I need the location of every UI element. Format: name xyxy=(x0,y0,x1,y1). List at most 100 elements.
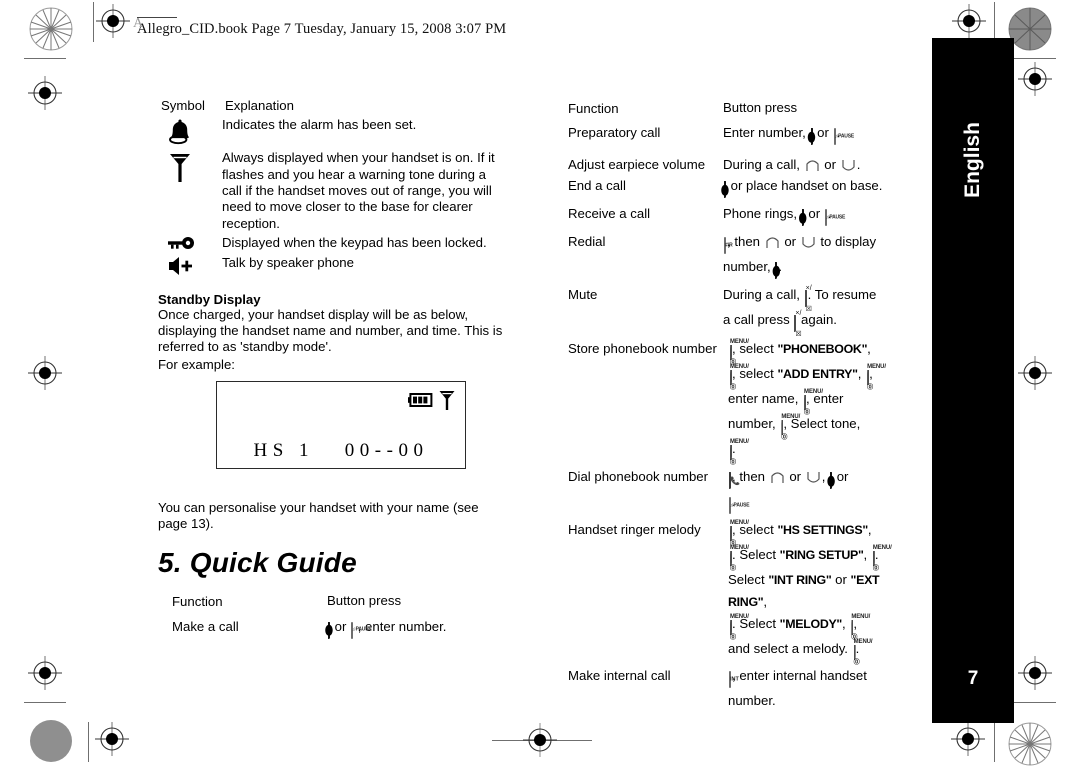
personalise-note: You can personalise your handset with yo… xyxy=(158,500,479,532)
corner-letter-a: A xyxy=(133,16,144,31)
row-function-label: Adjust earpiece volume xyxy=(568,157,706,172)
crop-line xyxy=(1014,58,1056,59)
talk-key-icon[interactable]: ⬮ xyxy=(827,470,835,491)
section-heading: 5. Quick Guide xyxy=(158,546,357,578)
menu-word: "MELODY" xyxy=(779,617,843,631)
row-function-label: Mute xyxy=(568,287,598,302)
resolution-starburst-target-bottom-right xyxy=(1008,722,1052,766)
explanation-column-header: Explanation xyxy=(225,98,294,113)
registration-mark xyxy=(28,656,62,690)
talk-key-icon[interactable]: ⬮ xyxy=(721,179,729,200)
up-arrow-key-icon[interactable] xyxy=(805,158,820,173)
row-function-label: Make internal call xyxy=(568,668,671,683)
right-column: Function Button press Preparatory call E… xyxy=(568,98,918,711)
row-function-label: Make a call xyxy=(172,618,239,634)
speakerphone-icon xyxy=(158,255,222,277)
quick-guide-table-left: Function Button press Make a call ⬮ or ♫… xyxy=(158,591,522,641)
row-function-label: Dial phonebook number xyxy=(568,469,709,484)
registration-mark xyxy=(951,722,985,756)
crop-line xyxy=(994,2,995,42)
internal-key-icon[interactable]: INT xyxy=(728,669,739,690)
hash-recall-key-icon[interactable]: #/R xyxy=(723,235,733,256)
down-arrow-key-icon[interactable] xyxy=(801,235,816,250)
left-column: Symbol Explanation Indicates the alarm h… xyxy=(158,98,508,373)
table-row: Store phonebook number MENU/⓪, select "P… xyxy=(568,338,918,466)
row-button-press: 📞, then or , ⬮ or ♫PAUSE. xyxy=(728,466,918,516)
down-arrow-key-icon[interactable] xyxy=(841,158,856,173)
speaker-pause-key-icon[interactable]: ♫PAUSE xyxy=(350,620,372,641)
menu-key-icon[interactable]: MENU/⓪ xyxy=(728,364,749,391)
row-button-press: Enter number, ⬮ or ♫PAUSE. xyxy=(723,122,918,147)
registration-mark xyxy=(523,723,557,757)
speaker-pause-key-icon[interactable]: ♫PAUSE xyxy=(833,126,854,147)
registration-mark xyxy=(28,76,62,110)
page-number: 7 xyxy=(967,668,979,689)
row-function-label: Handset ringer melody xyxy=(568,522,701,537)
symbol-table-header: Symbol Explanation xyxy=(158,98,508,114)
key-lock-icon xyxy=(158,235,222,253)
crop-line xyxy=(994,722,995,762)
function-column-header: Function xyxy=(172,593,223,609)
row-button-press: #/R, then or to display number, ⬮. xyxy=(723,231,918,281)
phonebook-key-icon[interactable]: 📞 xyxy=(728,470,740,491)
standby-paragraph: Once charged, your handset display will … xyxy=(158,306,503,355)
menu-key-icon[interactable]: MENU/⓪ xyxy=(852,639,873,666)
menu-word: "ADD ENTRY" xyxy=(777,367,858,381)
language-tab-label: English xyxy=(961,122,984,198)
menu-key-icon[interactable]: MENU/⓪ xyxy=(865,364,886,391)
table-row: Preparatory call Enter number, ⬮ or ♫PAU… xyxy=(568,122,918,147)
up-arrow-key-icon[interactable] xyxy=(765,235,780,250)
table-row: Adjust earpiece volume During a call, or… xyxy=(568,154,918,175)
table-row: End a call ⬮ or place handset on base. xyxy=(568,175,918,200)
speaker-pause-key-icon[interactable]: ♫PAUSE xyxy=(824,207,845,228)
talk-key-icon[interactable]: ⬮ xyxy=(807,126,816,147)
menu-key-icon[interactable]: MENU/⓪ xyxy=(802,389,823,416)
row-button-press: INT, enter internal handset number. xyxy=(728,668,867,708)
registration-mark xyxy=(1018,62,1052,96)
table-row: Handset ringer melody MENU/⓪, select "HS… xyxy=(568,519,918,666)
button-press-column-header: Button press xyxy=(327,592,402,608)
table-header-row: Function Button press xyxy=(172,591,522,611)
menu-key-icon[interactable]: MENU/⓪ xyxy=(728,545,749,572)
talk-key-icon[interactable]: ⬮ xyxy=(799,207,807,228)
mute-key-icon[interactable]: ×/☒ xyxy=(804,285,812,313)
menu-word: "HS SETTINGS" xyxy=(777,523,868,537)
function-column-header: Function xyxy=(568,101,619,116)
symbol-explanation: Indicates the alarm has been set. xyxy=(222,117,417,133)
button-press-column-header: Button press xyxy=(723,100,798,115)
menu-key-icon[interactable]: MENU/⓪ xyxy=(728,439,749,466)
talk-key-icon[interactable]: ⬮ xyxy=(772,260,780,281)
crop-line xyxy=(24,702,66,703)
menu-word: "PHONEBOOK" xyxy=(777,342,868,356)
row-button-press: Phone rings, ⬮ or ♫PAUSE. xyxy=(723,203,918,228)
standby-display-heading: Standby Display xyxy=(158,291,261,307)
table-row: Receive a call Phone rings, ⬮ or ♫PAUSE. xyxy=(568,203,918,228)
symbol-column-header: Symbol xyxy=(161,98,205,113)
registration-mark xyxy=(1018,356,1052,390)
registration-mark xyxy=(952,4,986,38)
page-slug: Allegro_CID.book Page 7 Tuesday, January… xyxy=(137,21,507,37)
up-arrow-key-icon[interactable] xyxy=(770,470,785,485)
table-header-row: Function Button press xyxy=(568,98,918,118)
row-button-press: ⬮ or ♫PAUSE , enter number. xyxy=(325,616,522,641)
mute-key-icon[interactable]: ×/☒ xyxy=(793,310,802,338)
registration-mark xyxy=(28,356,62,390)
menu-key-icon[interactable]: MENU/⓪ xyxy=(779,414,800,441)
down-arrow-key-icon[interactable] xyxy=(806,470,821,485)
resolution-starburst-target xyxy=(29,7,73,51)
battery-full-icon xyxy=(408,393,434,412)
resolution-starburst-target-right xyxy=(1008,7,1052,51)
bell-icon xyxy=(158,117,222,147)
row-function-label: End a call xyxy=(568,178,626,193)
talk-key-icon[interactable]: ⬮ xyxy=(325,620,333,641)
crop-line xyxy=(88,722,89,762)
lcd-antenna-icon xyxy=(438,389,456,416)
menu-key-icon[interactable]: MENU/⓪ xyxy=(728,614,749,641)
row-button-press: ⬮ or place handset on base. xyxy=(721,175,918,200)
symbol-explanation: Always displayed when your handset is on… xyxy=(222,150,495,231)
menu-word: "INT RING" xyxy=(768,573,832,587)
lcd-text-line: HS 1 00--00 xyxy=(253,440,429,461)
left-column-lower: You can personalise your handset with yo… xyxy=(158,500,508,641)
menu-key-icon[interactable]: MENU/⓪ xyxy=(871,545,892,572)
crop-line xyxy=(93,2,94,42)
